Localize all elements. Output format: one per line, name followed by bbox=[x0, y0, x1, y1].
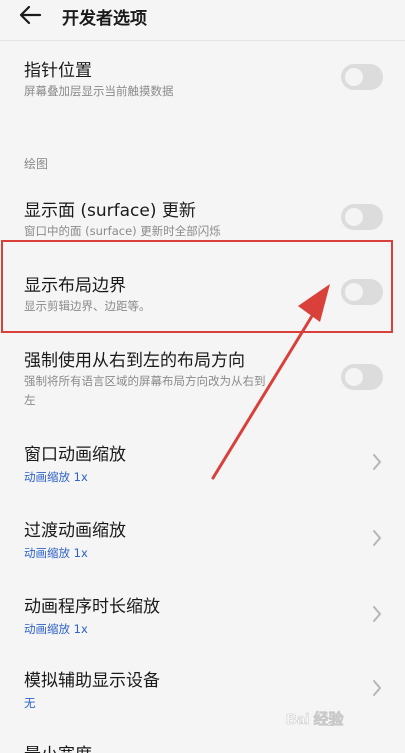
chevron-right-icon bbox=[373, 454, 381, 470]
setting-value: 动画缩放 1x bbox=[24, 622, 88, 636]
setting-value: 动画缩放 1x bbox=[24, 470, 88, 484]
setting-subtitle: 窗口中的面 (surface) 更新时全部闪烁 bbox=[24, 224, 221, 238]
setting-subtitle: 强制将所有语言区域的屏幕布局方向改为从右到 bbox=[24, 374, 266, 388]
setting-title: 强制使用从右到左的布局方向 bbox=[24, 351, 245, 371]
force-rtl-toggle[interactable] bbox=[341, 364, 383, 390]
section-label-drawing: 绘图 bbox=[24, 157, 49, 171]
header-divider bbox=[0, 40, 405, 41]
setting-show-layout-bounds[interactable]: 显示布局边界 显示剪辑边界、边距等。 bbox=[0, 265, 405, 325]
setting-title: 最小宽度 bbox=[24, 740, 92, 753]
watermark-text: Bai 经验 bbox=[286, 711, 344, 729]
pointer-location-toggle[interactable] bbox=[341, 64, 383, 90]
setting-show-surface-updates[interactable]: 显示面 (surface) 更新 窗口中的面 (surface) 更新时全部闪烁 bbox=[0, 190, 405, 242]
setting-value: 动画缩放 1x bbox=[24, 546, 88, 560]
setting-title: 指针位置 bbox=[24, 61, 92, 81]
app-header: 开发者选项 bbox=[0, 0, 405, 34]
arrow-left-icon[interactable] bbox=[18, 4, 44, 26]
layout-bounds-toggle[interactable] bbox=[341, 279, 383, 305]
setting-transition-animation-scale[interactable]: 过渡动画缩放 动画缩放 1x bbox=[0, 510, 405, 570]
setting-title: 显示面 (surface) 更新 bbox=[24, 201, 196, 221]
surface-updates-toggle[interactable] bbox=[341, 204, 383, 230]
setting-subtitle: 屏幕叠加层显示当前触摸数据 bbox=[24, 84, 174, 98]
setting-title: 过渡动画缩放 bbox=[24, 521, 126, 541]
setting-subtitle-line2: 左 bbox=[24, 393, 36, 407]
setting-title: 动画程序时长缩放 bbox=[24, 597, 160, 617]
setting-pointer-location[interactable]: 指针位置 屏幕叠加层显示当前触摸数据 bbox=[0, 50, 405, 110]
watermark: Bai 经验 bbox=[286, 706, 398, 732]
setting-value: 无 bbox=[24, 696, 36, 710]
setting-smallest-width[interactable]: 最小宽度 bbox=[0, 736, 405, 753]
setting-window-animation-scale[interactable]: 窗口动画缩放 动画缩放 1x bbox=[0, 434, 405, 494]
chevron-right-icon bbox=[373, 606, 381, 622]
setting-title: 显示布局边界 bbox=[24, 276, 126, 296]
page-title: 开发者选项 bbox=[62, 9, 147, 29]
chevron-right-icon bbox=[373, 530, 381, 546]
setting-subtitle: 显示剪辑边界、边距等。 bbox=[24, 299, 151, 313]
chevron-right-icon bbox=[373, 680, 381, 696]
setting-force-rtl[interactable]: 强制使用从右到左的布局方向 强制将所有语言区域的屏幕布局方向改为从右到 左 bbox=[0, 340, 405, 415]
setting-title: 窗口动画缩放 bbox=[24, 445, 126, 465]
setting-title: 模拟辅助显示设备 bbox=[24, 671, 160, 691]
setting-animator-duration-scale[interactable]: 动画程序时长缩放 动画缩放 1x bbox=[0, 586, 405, 646]
